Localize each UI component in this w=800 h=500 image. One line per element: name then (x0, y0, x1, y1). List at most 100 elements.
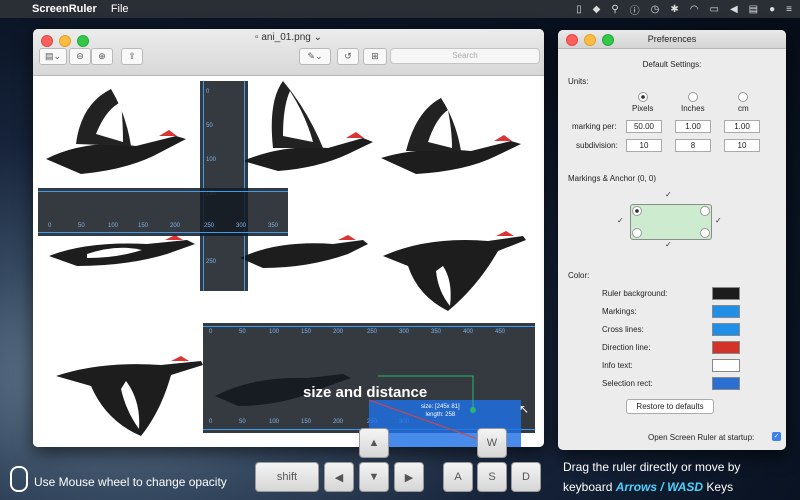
list-icon[interactable]: ≡ (786, 4, 792, 15)
shift-key: shift (255, 462, 319, 492)
down-arrow-key: ▼ (359, 462, 389, 492)
minimize-button[interactable] (584, 34, 596, 46)
drag-hint-line1: Drag the ruler directly or move by (563, 460, 741, 474)
markings-color-swatch[interactable] (712, 305, 740, 318)
wifi-icon[interactable]: ◠ (690, 4, 699, 15)
drag-hint-line2: keyboard Arrows / WASD Keys (563, 480, 733, 494)
markings-anchor-label: Markings & Anchor (0, 0) (568, 174, 657, 183)
right-markings-checkbox[interactable]: ✓ (715, 216, 722, 225)
close-button[interactable] (566, 34, 578, 46)
user-icon[interactable]: ● (769, 4, 775, 15)
search-input[interactable]: Search (390, 48, 540, 64)
airplay-icon[interactable]: ▭ (710, 4, 719, 15)
preview-window: ▫ ani_01.png ⌄ ▤⌄ ⊖ ⊕ ⇪ ✎⌄ ↺ ⊞ Search 0 … (33, 29, 544, 447)
startup-checkbox[interactable]: ✓ (772, 432, 781, 441)
marking-per-inches-field[interactable]: 1.00 (675, 120, 711, 133)
s-key: S (477, 462, 507, 492)
chevron-down-icon[interactable]: ⌄ (311, 32, 322, 43)
status-icons: ▯ ◆ ⚲ ⓘ ◷ ✱ ◠ ▭ ◀ ▤ ● ≡ (576, 0, 792, 18)
app-menu[interactable]: ScreenRuler (32, 3, 97, 15)
mouse-icon (10, 466, 28, 492)
pixels-radio[interactable] (638, 92, 648, 102)
inches-radio[interactable] (688, 92, 698, 102)
anchor-preview (630, 204, 712, 240)
info-text-swatch[interactable] (712, 359, 740, 372)
selection-info: size: [245x 81] length: 258 (421, 403, 460, 419)
cursor-icon: ↖ (519, 402, 530, 416)
volume-icon[interactable]: ◀ (730, 4, 738, 15)
time-machine-icon[interactable]: ◷ (651, 4, 660, 15)
settings-heading: Default Settings: (642, 60, 702, 69)
right-arrow-key: ▶ (394, 462, 424, 492)
subdivision-label: subdivision: (576, 141, 618, 150)
cm-radio[interactable] (738, 92, 748, 102)
opacity-hint: Use Mouse wheel to change opacity (34, 475, 227, 489)
image-canvas[interactable]: 0 50 100 150 200 250 0 50 100 150 200 25… (33, 76, 544, 447)
markup-button[interactable]: ✎⌄ (299, 48, 331, 65)
preferences-window: Preferences Default Settings: Units: Pix… (558, 30, 786, 450)
unit-label-inches: Inches (681, 104, 705, 113)
size-distance-label: size and distance (303, 384, 428, 401)
drag-hint-keys: Arrows / WASD (615, 480, 704, 494)
ruler-background-label: Ruler background: (602, 289, 668, 298)
battery-icon[interactable]: ▯ (576, 4, 582, 15)
ruler-background-swatch[interactable] (712, 287, 740, 300)
units-label: Units: (568, 77, 589, 86)
search-icon[interactable]: ⚲ (611, 4, 618, 15)
flag-icon[interactable]: ▤ (749, 4, 758, 15)
file-name[interactable]: ani_01.png (261, 32, 311, 43)
subdivision-inches-field[interactable]: 8 (675, 139, 711, 152)
startup-label: Open Screen Ruler at startup: (648, 433, 755, 442)
window-controls (566, 34, 614, 46)
left-markings-checkbox[interactable]: ✓ (617, 216, 624, 225)
color-label: Color: (568, 271, 590, 280)
a-key: A (443, 462, 473, 492)
drag-hint-prefix: keyboard (563, 480, 613, 494)
top-markings-checkbox[interactable]: ✓ (665, 190, 672, 199)
marking-per-pixels-field[interactable]: 50.00 (626, 120, 662, 133)
anchor-top-left-radio[interactable] (632, 206, 642, 216)
up-arrow-key: ▲ (359, 428, 389, 458)
info-icon[interactable]: ⓘ (630, 2, 640, 17)
direction-line-label: Direction line: (602, 343, 651, 352)
restore-defaults-button[interactable]: Restore to defaults (626, 399, 714, 414)
share-button[interactable]: ⇪ (121, 48, 143, 65)
selection-rect-label: Selection rect: (602, 379, 653, 388)
subdivision-cm-field[interactable]: 10 (724, 139, 760, 152)
zoom-out-button[interactable]: ⊖ (69, 48, 91, 65)
direction-line (368, 375, 502, 447)
anchor-bottom-left-radio[interactable] (632, 228, 642, 238)
selection-length: length: 258 (425, 412, 456, 418)
zoom-in-button[interactable]: ⊕ (91, 48, 113, 65)
window-title: ▫ ani_01.png ⌄ (33, 32, 544, 43)
menu-bar: ScreenRuler File ▯ ◆ ⚲ ⓘ ◷ ✱ ◠ ▭ ◀ ▤ ● ≡ (0, 0, 800, 18)
direction-line-swatch[interactable] (712, 341, 740, 354)
marking-per-cm-field[interactable]: 1.00 (724, 120, 760, 133)
unit-label-pixels: Pixels (632, 104, 654, 113)
dropbox-icon[interactable]: ◆ (593, 4, 601, 15)
markings-color-label: Markings: (602, 307, 637, 316)
preview-titlebar: ▫ ani_01.png ⌄ ▤⌄ ⊖ ⊕ ⇪ ✎⌄ ↺ ⊞ Search (33, 29, 544, 76)
bluetooth-icon[interactable]: ✱ (670, 4, 678, 15)
zoom-button[interactable] (602, 34, 614, 46)
toolbox-button[interactable]: ⊞ (363, 48, 387, 65)
anchor-bottom-right-radio[interactable] (700, 228, 710, 238)
preferences-title: Preferences (647, 34, 697, 44)
bottom-markings-checkbox[interactable]: ✓ (665, 240, 672, 249)
anchor-top-right-radio[interactable] (700, 206, 710, 216)
cross-lines-label: Cross lines: (602, 325, 644, 334)
selection-rect-swatch[interactable] (712, 377, 740, 390)
file-menu[interactable]: File (111, 3, 129, 15)
drag-hint-suffix: Keys (706, 480, 734, 494)
preferences-titlebar: Preferences (558, 30, 786, 49)
sidebar-toggle-button[interactable]: ▤⌄ (39, 48, 67, 65)
w-key: W (477, 428, 507, 458)
selection-size: size: [245x 81] (421, 404, 460, 410)
cross-lines-swatch[interactable] (712, 323, 740, 336)
unit-label-cm: cm (738, 104, 749, 113)
marking-per-label: marking per: (572, 122, 617, 131)
rotate-button[interactable]: ↺ (337, 48, 359, 65)
subdivision-pixels-field[interactable]: 10 (626, 139, 662, 152)
d-key: D (511, 462, 541, 492)
left-arrow-key: ◀ (324, 462, 354, 492)
